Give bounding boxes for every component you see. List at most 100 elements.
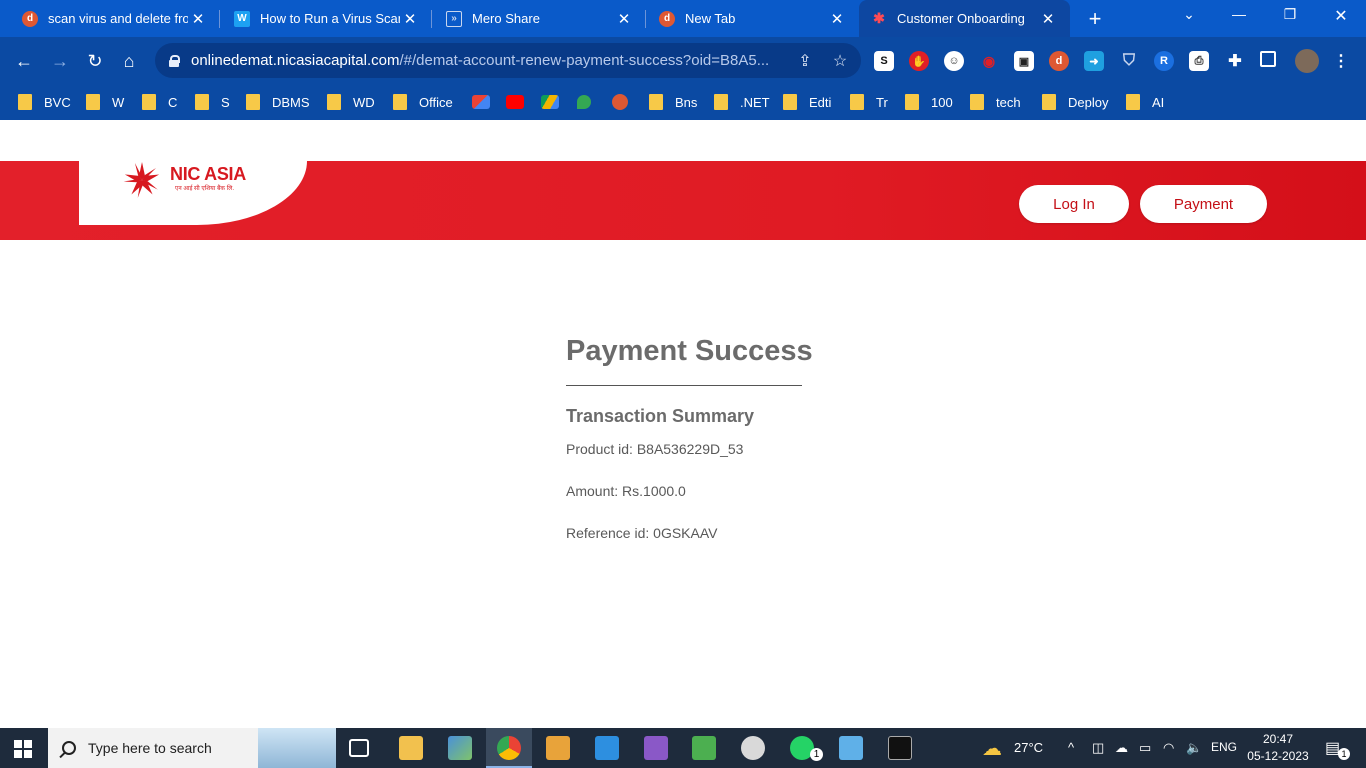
- bookmark-folder[interactable]: Edti: [783, 92, 831, 112]
- chrome-icon[interactable]: [497, 736, 521, 760]
- tab-new-tab[interactable]: d New Tab ✕: [637, 0, 859, 37]
- back-icon[interactable]: ←: [13, 50, 35, 72]
- menu-dots-icon[interactable]: ⋮: [1331, 51, 1351, 71]
- tab-run-virus-scan[interactable]: W How to Run a Virus Scan ✕: [212, 0, 432, 37]
- meet-now-icon[interactable]: ◫: [1092, 740, 1104, 756]
- logo-text: NIC ASIA: [170, 164, 246, 184]
- onedrive-icon[interactable]: ☁: [1115, 740, 1128, 756]
- cloud-app-icon[interactable]: [839, 736, 863, 760]
- bookmark-folder[interactable]: tech: [970, 92, 1021, 112]
- bookmark-folder[interactable]: Bns: [649, 92, 697, 112]
- duckduckgo-bookmark[interactable]: [612, 92, 628, 112]
- address-bar[interactable]: onlinedemat.nicasiacapital.com /#/demat-…: [155, 43, 861, 78]
- close-window-icon[interactable]: ✕: [1326, 6, 1356, 26]
- new-tab-button[interactable]: +: [1083, 6, 1107, 32]
- bookmark-folder[interactable]: Tr: [850, 92, 888, 112]
- task-view-icon[interactable]: [349, 739, 369, 757]
- terminal-icon[interactable]: [888, 736, 912, 760]
- bookmark-folder[interactable]: DBMS: [246, 92, 310, 112]
- profile-avatar[interactable]: [1295, 49, 1319, 73]
- s-extension-icon[interactable]: S: [874, 51, 894, 71]
- volume-icon[interactable]: 🔈: [1186, 740, 1202, 756]
- gmail-bookmark[interactable]: [472, 92, 490, 112]
- duckduckgo-icon: [612, 94, 628, 110]
- duckduckgo-icon: d: [22, 10, 38, 27]
- bookmark-folder[interactable]: C: [142, 92, 177, 112]
- bookmark-folder[interactable]: Deploy: [1042, 92, 1108, 112]
- printer-extension-icon[interactable]: ⎙: [1189, 51, 1209, 71]
- folder-icon: [86, 94, 100, 110]
- tab-title: Mero Share: [472, 11, 540, 26]
- battery-icon[interactable]: ▭: [1139, 740, 1151, 756]
- bookmark-folder[interactable]: BVC: [18, 92, 71, 112]
- puzzle-extensions-icon[interactable]: ✚: [1225, 51, 1245, 71]
- close-icon[interactable]: ✕: [614, 10, 634, 28]
- arrow-extension-icon[interactable]: ➜: [1084, 51, 1104, 71]
- show-hidden-icons[interactable]: ^: [1068, 740, 1074, 755]
- tab-scan-virus[interactable]: d scan virus and delete fro ✕: [0, 0, 220, 37]
- visual-studio-icon[interactable]: [644, 736, 668, 760]
- folder-icon: [327, 94, 341, 110]
- youtube-bookmark[interactable]: [506, 92, 524, 112]
- bookmark-folder[interactable]: S: [195, 92, 230, 112]
- adblock-extension-icon[interactable]: ✋: [909, 51, 929, 71]
- shield-extension-icon[interactable]: ⛉: [1119, 51, 1139, 71]
- bookmark-label: Edti: [809, 94, 832, 110]
- search-placeholder: Type here to search: [88, 740, 212, 756]
- page-title: Payment Success: [566, 335, 813, 367]
- folder-icon: [1126, 94, 1140, 110]
- file-explorer-icon[interactable]: [399, 736, 423, 760]
- nic-asia-star-icon: [123, 162, 160, 198]
- tab-search-icon[interactable]: ⌄: [1174, 6, 1204, 23]
- bookmark-label: S: [221, 94, 230, 110]
- vpn-app-icon[interactable]: [741, 736, 765, 760]
- restore-icon[interactable]: ❐: [1275, 6, 1305, 23]
- bookmark-folder[interactable]: W: [86, 92, 124, 112]
- bookmark-folder[interactable]: Office: [393, 92, 453, 112]
- tool-app-icon[interactable]: [448, 736, 472, 760]
- notepad-app-icon[interactable]: [692, 736, 716, 760]
- drive-icon: [541, 95, 559, 109]
- language-indicator[interactable]: ENG: [1211, 740, 1237, 754]
- bookmark-star-icon[interactable]: ☆: [829, 51, 851, 71]
- eye-extension-icon[interactable]: ◉: [979, 51, 999, 71]
- maps-bookmark[interactable]: [577, 92, 591, 112]
- close-icon[interactable]: ✕: [1038, 10, 1058, 28]
- bookmark-folder[interactable]: WD: [327, 92, 375, 112]
- sql-app-icon[interactable]: [546, 736, 570, 760]
- folder-icon: [142, 94, 156, 110]
- home-icon[interactable]: ⌂: [118, 50, 140, 72]
- tab-customer-onboarding[interactable]: ✱ Customer Onboarding ✕: [859, 0, 1070, 37]
- login-button[interactable]: Log In: [1019, 185, 1129, 223]
- emoji-extension-icon[interactable]: ☺: [944, 51, 964, 71]
- r-extension-icon[interactable]: R: [1154, 51, 1174, 71]
- windows-start-icon[interactable]: [14, 740, 32, 758]
- share-icon[interactable]: ⇪: [794, 51, 816, 71]
- system-clock[interactable]: 20:47 05-12-2023: [1240, 731, 1316, 765]
- taskbar-search[interactable]: Type here to search: [48, 728, 336, 768]
- side-panel-icon[interactable]: [1260, 51, 1276, 67]
- close-icon[interactable]: ✕: [827, 10, 847, 28]
- close-icon[interactable]: ✕: [400, 10, 420, 28]
- tab-strip: d scan virus and delete fro ✕ W How to R…: [0, 0, 1366, 37]
- folder-icon: [18, 94, 32, 110]
- duckduckgo-extension-icon[interactable]: d: [1049, 51, 1069, 71]
- bookmark-folder[interactable]: AI: [1126, 92, 1164, 112]
- drive-bookmark[interactable]: [541, 92, 559, 112]
- meroshare-icon: »: [446, 10, 462, 27]
- payment-button[interactable]: Payment: [1140, 185, 1267, 223]
- search-icon: [62, 741, 76, 755]
- weather-icon[interactable]: ☁: [982, 736, 1002, 761]
- window-extension-icon[interactable]: ▣: [1014, 51, 1034, 71]
- wifi-icon[interactable]: ◠: [1163, 740, 1174, 756]
- bookmark-folder[interactable]: .NET: [714, 92, 770, 112]
- folder-icon: [649, 94, 663, 110]
- tab-mero-share[interactable]: » Mero Share ✕: [424, 0, 646, 37]
- weather-temp[interactable]: 27°C: [1014, 740, 1043, 755]
- reload-icon[interactable]: ↻: [84, 50, 106, 72]
- bookmark-folder[interactable]: 100: [905, 92, 953, 112]
- vscode-icon[interactable]: [595, 736, 619, 760]
- minimize-icon[interactable]: —: [1224, 6, 1254, 22]
- close-icon[interactable]: ✕: [188, 10, 208, 28]
- forward-icon[interactable]: →: [49, 50, 71, 72]
